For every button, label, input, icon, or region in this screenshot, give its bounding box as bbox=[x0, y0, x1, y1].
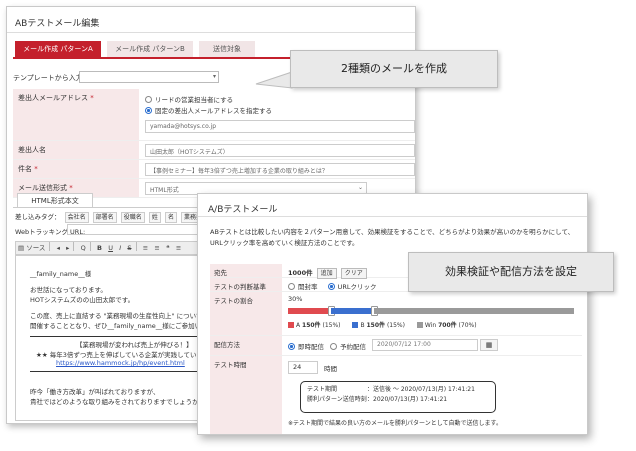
template-select[interactable]: ▾ bbox=[79, 71, 219, 83]
test-period-line: テスト期間 ：送信後 ～ 2020/07/13(月) 17:41:21 bbox=[307, 386, 475, 393]
auto-send-note: ※テスト期間で結果の良い方のメールを勝利パターンとして自動で送信します。 bbox=[288, 420, 502, 427]
undo-button[interactable]: ◂ bbox=[55, 242, 62, 254]
ratio-segment-win bbox=[373, 308, 574, 314]
radio-icon bbox=[145, 96, 152, 103]
window-title: ABテストメール編集 bbox=[15, 19, 100, 29]
ratio-segment-a bbox=[288, 308, 331, 314]
ratio-row: テストの割合 30% A 150件 (15%) B 150件 (15%) Win… bbox=[210, 292, 582, 336]
duration-value: 24 時間 テスト期間 ：送信後 ～ 2020/07/13(月) 17:41:21… bbox=[288, 356, 582, 434]
italic-button[interactable]: I bbox=[117, 242, 123, 254]
sender-email-input[interactable]: yamada@hotsys.co.jp bbox=[145, 120, 415, 133]
radio-icon bbox=[330, 343, 337, 350]
legend-swatch bbox=[416, 322, 423, 328]
tab-recipients[interactable]: 送信対象 bbox=[199, 41, 255, 57]
radio-checked-icon bbox=[288, 343, 295, 350]
delivery-immediate[interactable]: 即時配信 bbox=[288, 341, 324, 351]
web-tracking-input[interactable] bbox=[67, 224, 207, 235]
ratio-slider[interactable] bbox=[288, 306, 574, 316]
editor-link[interactable]: https://www.hammock.jp/hp/event.html bbox=[56, 359, 185, 367]
legend-win: Win 700件 (70%) bbox=[416, 322, 477, 329]
source-button[interactable]: ▤ ソース bbox=[16, 242, 47, 254]
editor-line: HOTシステムズのの山田太郎です。 bbox=[30, 296, 135, 304]
radio-checked-icon bbox=[145, 107, 152, 114]
subject-input[interactable]: 【事例セミナー】毎年3倍ずつ売上増加する企業の取り組みとは？ bbox=[145, 163, 415, 176]
sender-value: リードの営業担当者にする 固定の差出人メールアドレスを指定する yamada@h… bbox=[145, 89, 415, 140]
winner-time-line: 勝利パターン送信時刻：2020/07/13(月) 17:41:21 bbox=[307, 396, 448, 403]
ratio-segment-b bbox=[330, 308, 374, 314]
delivery-row: 配信方法 即時配信 予約配信 2020/07/12 17:00 ▦ bbox=[210, 336, 582, 356]
subject-value: 【事例セミナー】毎年3倍ずつ売上増加する企業の取り組みとは？ bbox=[145, 160, 415, 178]
sender-name-input[interactable]: 山田太郎（HOTシステムズ） bbox=[145, 144, 415, 157]
insert-tag-chip[interactable]: 名 bbox=[164, 212, 177, 223]
align-button[interactable]: ≡ bbox=[174, 242, 183, 254]
duration-unit: 時間 bbox=[324, 365, 337, 373]
legend-swatch bbox=[352, 322, 359, 328]
criterion-label: テストの判断基準 bbox=[210, 278, 282, 291]
radio-icon bbox=[288, 283, 295, 290]
duration-hours-input[interactable]: 24 bbox=[288, 361, 318, 374]
delivery-date-input[interactable]: 2020/07/12 17:00 bbox=[372, 339, 478, 351]
underline-button[interactable]: U bbox=[106, 242, 115, 254]
criterion-url-click[interactable]: URLクリック bbox=[327, 283, 376, 291]
insert-tag-chip[interactable]: 姓 bbox=[148, 212, 161, 223]
editor-line: 昨今「働き方改革」が叫ばれておりますが、 bbox=[30, 388, 160, 396]
legend-b: B 150件 (15%) bbox=[352, 322, 405, 329]
insert-tag-chip[interactable]: 部署名 bbox=[92, 212, 117, 223]
sender-name-value: 山田太郎（HOTシステムズ） bbox=[145, 141, 415, 159]
callout-verify-settings: 効果検証や配信方法を設定 bbox=[408, 252, 614, 292]
insert-tag-chip[interactable]: 会社名 bbox=[64, 212, 89, 223]
subject-label: 件名 * bbox=[13, 160, 139, 178]
sender-label: 差出人メールアドレス * bbox=[13, 89, 139, 140]
radio-checked-icon bbox=[327, 283, 335, 290]
editor-line: __family_name__様 bbox=[30, 270, 92, 278]
title-divider bbox=[198, 216, 587, 217]
calendar-icon[interactable]: ▦ bbox=[480, 339, 498, 351]
find-button[interactable]: Q bbox=[79, 242, 88, 254]
recipients-label: 宛先 bbox=[210, 264, 282, 277]
ratio-legend: A 150件 (15%) B 150件 (15%) Win 700件 (70%) bbox=[288, 320, 487, 329]
ab-test-settings-window: A/Bテストメール ABテストとは比較したい内容を２パターン用意して、効果検証を… bbox=[197, 193, 588, 435]
tab-pattern-a[interactable]: メール作成 パターンA bbox=[15, 41, 101, 57]
bold-button[interactable]: B bbox=[95, 242, 104, 254]
sender-name-row: 差出人名 山田太郎（HOTシステムズ） bbox=[13, 141, 415, 160]
editor-line: 【業務現場が変われば売上が伸びる！】 bbox=[76, 341, 193, 349]
legend-a: A 150件 (15%) bbox=[288, 322, 341, 329]
duration-label: テスト時間 bbox=[210, 356, 282, 434]
redo-button[interactable]: ▸ bbox=[64, 242, 71, 254]
bullet-list-button[interactable]: ≡ bbox=[152, 242, 161, 254]
title-divider bbox=[7, 32, 415, 33]
strike-button[interactable]: S bbox=[125, 242, 133, 254]
ab-test-description: ABテストとは比較したい内容を２パターン用意して、効果検証をすることで、どちらが… bbox=[210, 228, 575, 247]
insert-tag-chip[interactable]: 役職名 bbox=[120, 212, 145, 223]
chevron-down-icon: ▾ bbox=[212, 73, 216, 80]
criterion-open-rate[interactable]: 開封率 bbox=[288, 283, 318, 291]
recipients-count: 1000件 bbox=[288, 269, 313, 277]
window-title: A/Bテストメール bbox=[208, 205, 278, 215]
quote-button[interactable]: ❝ bbox=[164, 242, 172, 254]
editor-line: 貴社ではどのような取り組みをされておりますでしょうか？ bbox=[30, 398, 206, 406]
delivery-value: 即時配信 予約配信 2020/07/12 17:00 ▦ bbox=[288, 336, 582, 355]
sender-row: 差出人メールアドレス * リードの営業担当者にする 固定の差出人メールアドレスを… bbox=[13, 89, 415, 141]
subject-row: 件名 * 【事例セミナー】毎年3倍ずつ売上増加する企業の取り組みとは？ bbox=[13, 160, 415, 179]
sender-option-sales[interactable]: リードの営業担当者にする bbox=[145, 94, 233, 104]
tab-pattern-b[interactable]: メール作成 パターンB bbox=[107, 41, 193, 57]
ratio-value: 30% A 150件 (15%) B 150件 (15%) Win 700件 (… bbox=[288, 292, 582, 335]
chevron-down-icon: ⌄ bbox=[357, 184, 363, 191]
sender-option-fixed[interactable]: 固定の差出人メールアドレスを指定する bbox=[145, 105, 272, 115]
insert-tags-label: 差し込みタグ： bbox=[15, 213, 61, 221]
ratio-percent: 30% bbox=[288, 295, 303, 303]
editor-line: お世話になっております。 bbox=[30, 286, 107, 294]
duration-row: テスト時間 24 時間 テスト期間 ：送信後 ～ 2020/07/13(月) 17… bbox=[210, 356, 582, 434]
tab-html-body[interactable]: HTML形式本文 bbox=[17, 193, 93, 207]
delivery-scheduled[interactable]: 予約配信 bbox=[330, 341, 366, 351]
callout-create-two-mails: 2種類のメールを作成 bbox=[290, 50, 498, 88]
sender-name-label: 差出人名 bbox=[13, 141, 139, 159]
ratio-label: テストの割合 bbox=[210, 292, 282, 335]
delivery-label: 配信方法 bbox=[210, 336, 282, 355]
legend-swatch bbox=[288, 322, 294, 328]
test-schedule-box: テスト期間 ：送信後 ～ 2020/07/13(月) 17:41:21 勝利パター… bbox=[300, 381, 496, 413]
ordered-list-button[interactable]: ≡ bbox=[141, 242, 150, 254]
